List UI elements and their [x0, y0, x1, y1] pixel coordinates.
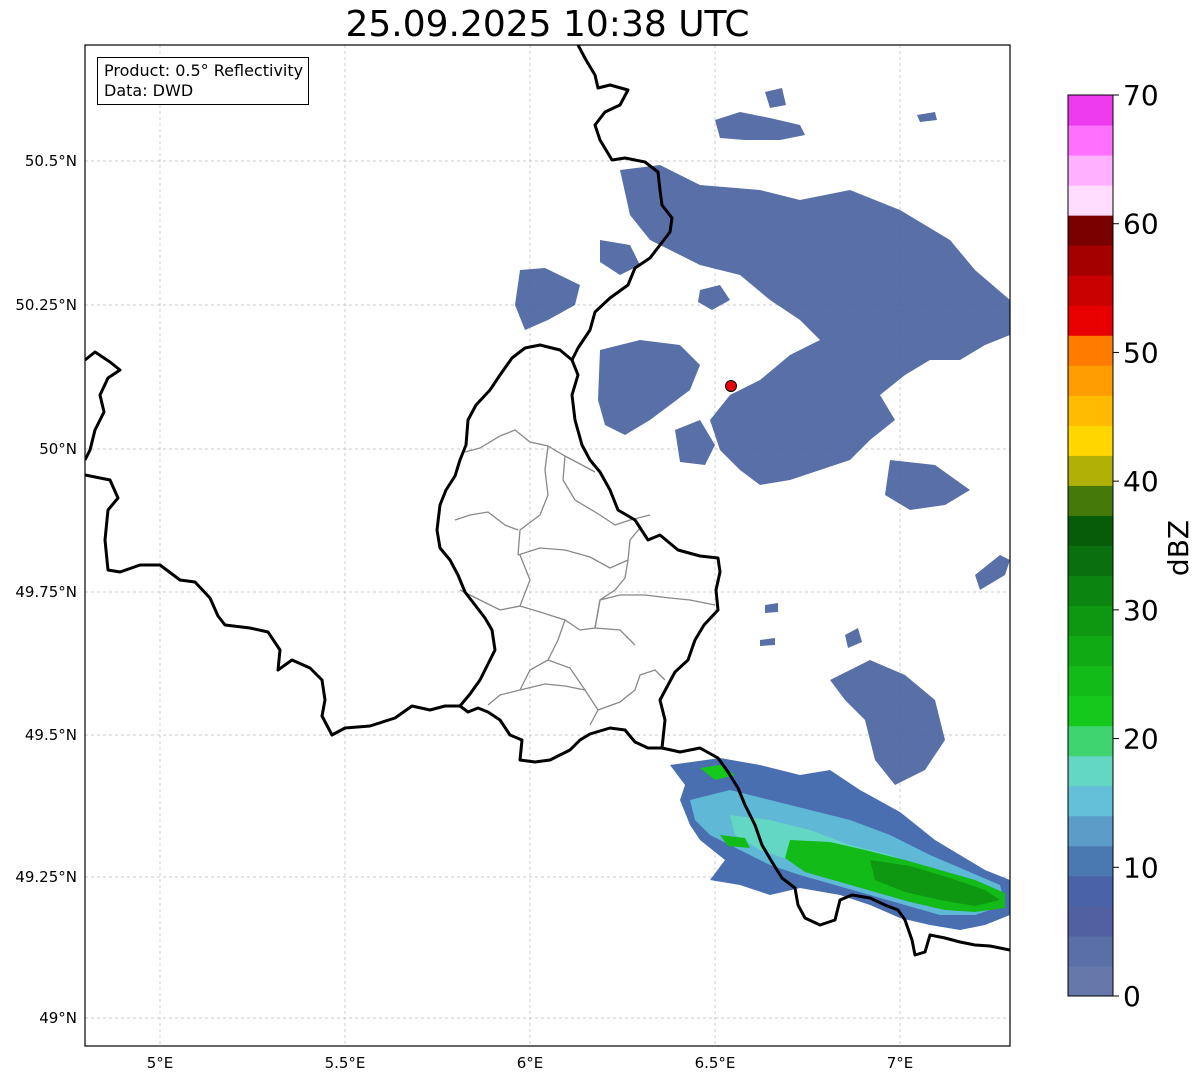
radar-map: 5°E 5.5°E 6°E 6.5°E 7°E 50.5°N 50.25°N 5…: [15, 44, 1195, 1072]
lat-tick-label: 50.5°N: [25, 152, 77, 170]
colorbar-band: [1068, 485, 1113, 516]
colorbar-band: [1068, 665, 1113, 697]
colorbar-band: [1068, 785, 1113, 817]
colorbar-band: [1068, 725, 1113, 757]
colorbar-bands: [1068, 95, 1113, 997]
colorbar-band: [1068, 125, 1113, 156]
lon-tick-label: 7°E: [887, 1054, 914, 1072]
colorbar-band: [1068, 815, 1113, 847]
colorbar-band: [1068, 515, 1113, 546]
product-label: Product: 0.5° Reflectivity: [104, 61, 304, 80]
colorbar-band: [1068, 965, 1113, 997]
colorbar-band: [1068, 575, 1113, 607]
colorbar-tick-label: 70: [1123, 79, 1159, 112]
colorbar-band: [1068, 845, 1113, 877]
colorbar-band: [1068, 275, 1113, 306]
colorbar: 0 10 20 30 40 50 60 70 dBZ: [1067, 79, 1195, 1013]
lat-tick-label: 49.75°N: [15, 583, 77, 601]
lon-tick-label: 6°E: [517, 1054, 544, 1072]
colorbar-tick-label: 40: [1123, 465, 1159, 498]
colorbar-band: [1068, 605, 1113, 637]
info-box: Product: 0.5° Reflectivity Data: DWD: [97, 57, 310, 105]
colorbar-band: [1068, 245, 1113, 276]
data-source-label: Data: DWD: [104, 81, 194, 100]
colorbar-band: [1068, 695, 1113, 727]
colorbar-band: [1068, 905, 1113, 937]
lat-tick-label: 50°N: [39, 440, 77, 458]
lat-tick-label: 49°N: [39, 1009, 77, 1027]
colorbar-band: [1068, 185, 1113, 216]
colorbar-band: [1068, 335, 1113, 366]
latitude-labels: 50.5°N 50.25°N 50°N 49.75°N 49.5°N 49.25…: [15, 152, 77, 1027]
colorbar-band: [1068, 95, 1113, 126]
lat-tick-label: 49.5°N: [25, 726, 77, 744]
longitude-labels: 5°E 5.5°E 6°E 6.5°E 7°E: [147, 1054, 914, 1072]
colorbar-tick-label: 20: [1123, 723, 1159, 756]
colorbar-tick-label: 0: [1123, 980, 1141, 1013]
colorbar-tick-label: 60: [1123, 208, 1159, 241]
colorbar-tick-label: 30: [1123, 594, 1159, 627]
colorbar-axis-label: dBZ: [1162, 520, 1195, 576]
colorbar-band: [1068, 455, 1113, 486]
colorbar-band: [1068, 875, 1113, 907]
colorbar-band: [1068, 935, 1113, 967]
colorbar-band: [1068, 545, 1113, 577]
colorbar-band: [1068, 305, 1113, 336]
radar-site-marker: [725, 380, 737, 392]
colorbar-tick-label: 50: [1123, 336, 1159, 369]
colorbar-band: [1068, 395, 1113, 426]
district-boundaries: [454, 429, 716, 726]
colorbar-tick-label: 10: [1123, 851, 1159, 884]
lon-tick-label: 6.5°E: [695, 1054, 736, 1072]
lon-tick-label: 5.5°E: [325, 1054, 366, 1072]
lat-tick-label: 49.25°N: [15, 868, 77, 886]
lon-tick-label: 5°E: [147, 1054, 174, 1072]
colorbar-band: [1068, 755, 1113, 787]
lat-tick-label: 50.25°N: [15, 296, 77, 314]
colorbar-band: [1068, 215, 1113, 246]
colorbar-band: [1068, 365, 1113, 396]
colorbar-band: [1068, 635, 1113, 667]
colorbar-band: [1068, 425, 1113, 456]
colorbar-ticks: 0 10 20 30 40 50 60 70: [1113, 79, 1159, 1013]
colorbar-band: [1068, 155, 1113, 186]
